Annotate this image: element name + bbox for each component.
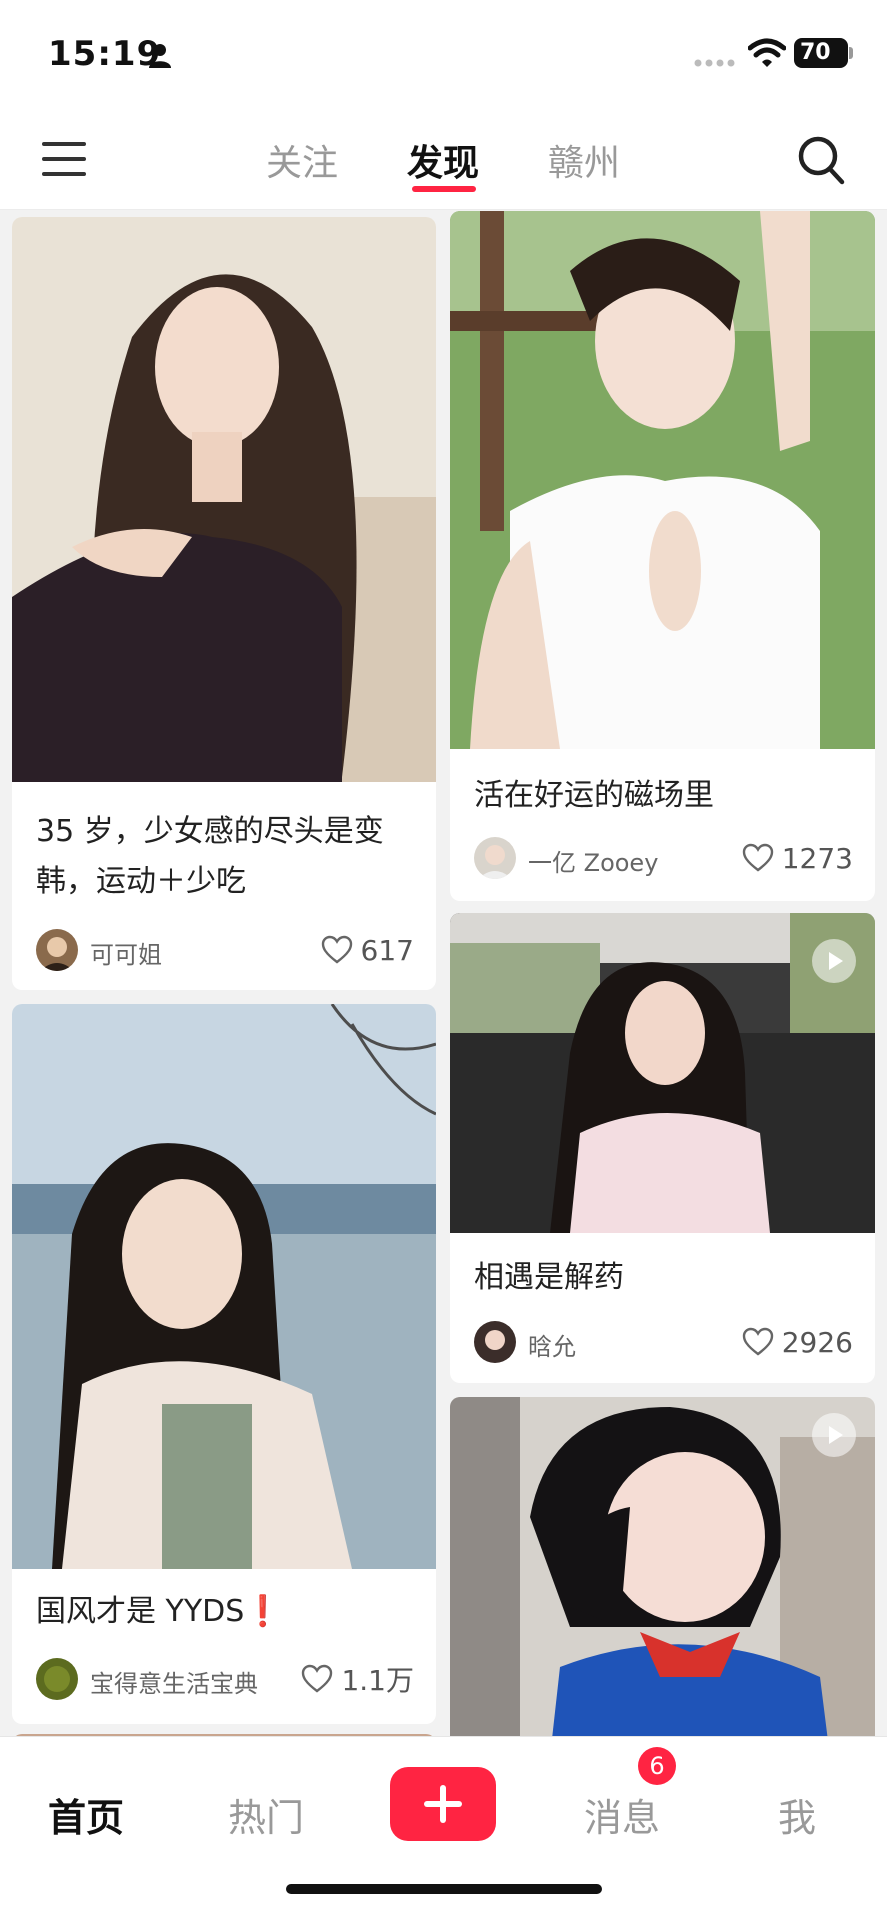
create-post-button[interactable] [390, 1767, 496, 1841]
post-image[interactable] [450, 211, 875, 749]
author-avatar[interactable] [474, 1321, 516, 1363]
battery-indicator: 70 [794, 38, 848, 68]
post-meta: 宝得意生活宝典 1.1万 [36, 1658, 414, 1702]
status-bar: 15:19 70 [0, 0, 887, 110]
heart-icon [742, 843, 773, 872]
feed-card[interactable]: 活在好运的磁场里 一亿 Zooey 1273 [450, 211, 875, 901]
heart-icon [321, 935, 352, 964]
video-play-icon [812, 939, 856, 983]
post-title[interactable]: 国风才是 YYDS❗️ [36, 1587, 416, 1637]
author-name[interactable]: 晗允 [528, 1327, 576, 1362]
author-avatar[interactable] [36, 1658, 78, 1700]
like-button[interactable]: 2926 [742, 1321, 853, 1363]
like-count: 1.1万 [341, 1664, 414, 1697]
battery-tip [849, 47, 853, 59]
author-name[interactable]: 一亿 Zooey [528, 843, 658, 878]
author-avatar[interactable] [36, 929, 78, 971]
author-name[interactable]: 可可姐 [90, 935, 162, 970]
discover-feed[interactable]: 35 岁，少女感的尽头是变韩，运动＋少吃 可可姐 617 活在好运的磁场里 一亿… [0, 211, 887, 1736]
author-avatar[interactable] [474, 837, 516, 879]
post-image[interactable] [12, 217, 436, 782]
heart-icon [742, 1327, 773, 1356]
menu-icon[interactable] [40, 138, 88, 180]
person-icon [149, 44, 171, 68]
nav-home[interactable]: 首页 [48, 1787, 124, 1842]
post-title[interactable]: 相遇是解药 [474, 1253, 854, 1303]
top-header: 关注 发现 赣州 [0, 110, 887, 210]
messages-badge: 6 [638, 1747, 676, 1785]
post-meta: 晗允 2926 [474, 1321, 853, 1365]
heart-icon [302, 1664, 333, 1693]
nav-me[interactable]: 我 [778, 1787, 816, 1842]
tab-discover[interactable]: 发现 [407, 134, 479, 186]
post-title[interactable]: 35 岁，少女感的尽头是变韩，运动＋少吃 [36, 807, 416, 907]
like-count: 2926 [781, 1325, 853, 1359]
author-name[interactable]: 宝得意生活宝典 [90, 1664, 258, 1699]
feed-card[interactable]: 国风才是 YYDS❗️ 宝得意生活宝典 1.1万 [12, 1004, 436, 1724]
post-title[interactable]: 活在好运的磁场里 [474, 771, 854, 821]
search-icon[interactable] [796, 134, 846, 186]
like-button[interactable]: 1273 [742, 837, 853, 879]
status-time: 15:19 [48, 34, 162, 74]
cellular-signal-icon [694, 59, 735, 67]
wifi-icon [748, 38, 786, 67]
active-tab-indicator [412, 186, 476, 192]
feed-card[interactable] [450, 1397, 875, 1736]
post-image[interactable] [12, 1004, 436, 1569]
like-count: 1273 [781, 841, 853, 875]
video-play-icon [812, 1413, 856, 1457]
like-button[interactable]: 1.1万 [301, 1658, 414, 1700]
nav-messages[interactable]: 消息 [584, 1787, 660, 1842]
tab-local-city[interactable]: 赣州 [548, 134, 620, 186]
like-count: 617 [360, 933, 414, 967]
home-indicator[interactable] [286, 1884, 602, 1894]
post-meta: 可可姐 617 [36, 929, 414, 973]
like-button[interactable]: 617 [321, 929, 414, 971]
post-meta: 一亿 Zooey 1273 [474, 837, 853, 881]
nav-trending[interactable]: 热门 [228, 1787, 304, 1842]
feed-card[interactable]: 35 岁，少女感的尽头是变韩，运动＋少吃 可可姐 617 [12, 217, 436, 990]
tab-following[interactable]: 关注 [266, 134, 338, 186]
feed-card[interactable]: 相遇是解药 晗允 2926 [450, 913, 875, 1383]
